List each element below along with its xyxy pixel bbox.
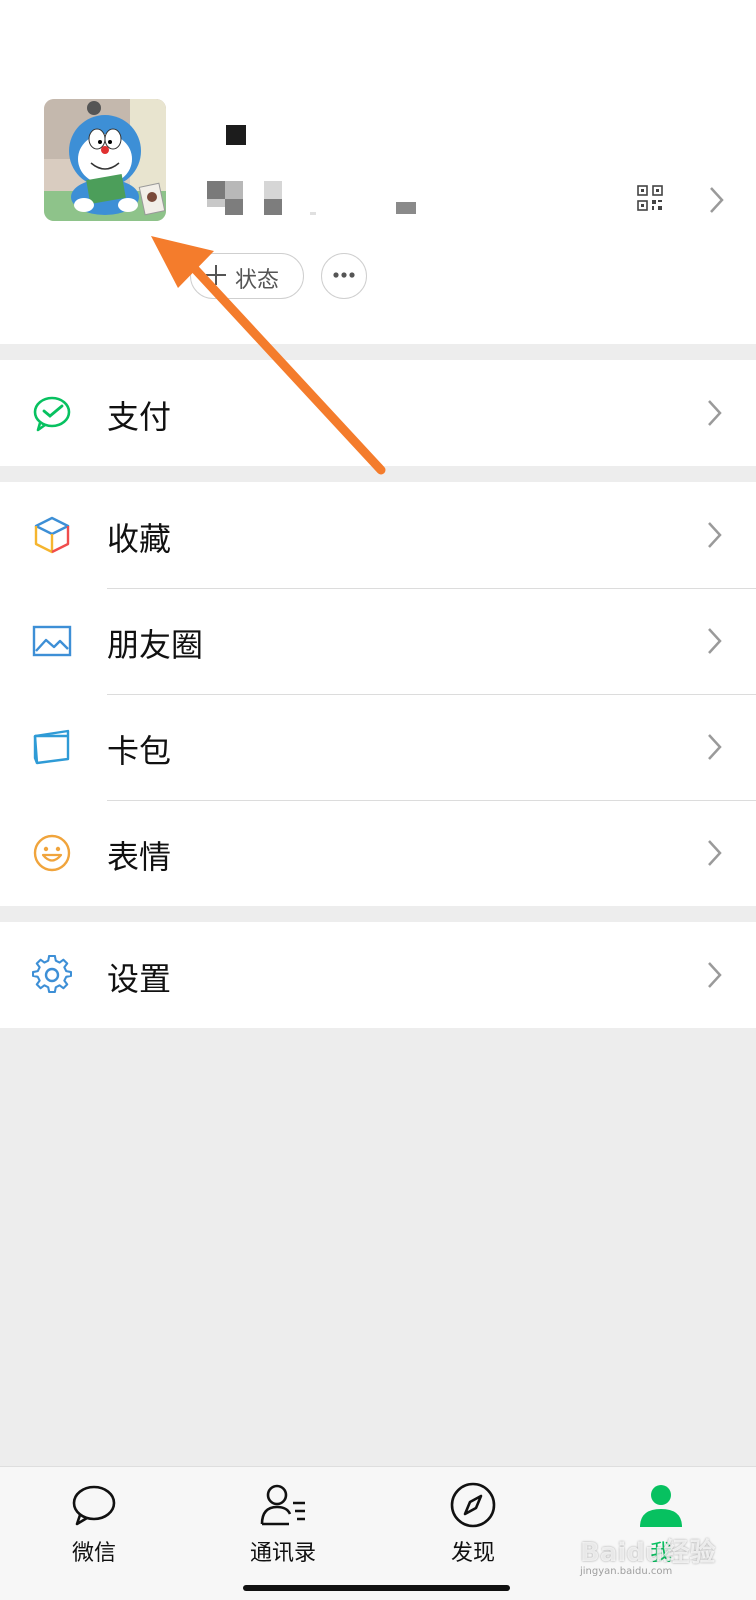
watermark-text: Baidu经验 xyxy=(580,1538,716,1568)
menu-item-favorites[interactable]: 收藏 xyxy=(0,482,756,588)
tab-chats[interactable]: 微信 xyxy=(34,1481,154,1567)
chevron-right-icon xyxy=(708,522,722,548)
chevron-right-icon xyxy=(708,962,722,988)
menu-group-main: 收藏 朋友圈 卡包 表情 xyxy=(0,482,756,906)
card-wallet-icon xyxy=(33,729,70,765)
chevron-right-icon[interactable] xyxy=(708,185,726,215)
menu-item-moments[interactable]: 朋友圈 xyxy=(0,588,756,694)
status-label: 状态 xyxy=(235,268,280,293)
profile-header[interactable]: 状态 xyxy=(0,0,756,344)
chat-bubble-icon xyxy=(72,1485,116,1526)
menu-item-cards-label: 卡包 xyxy=(107,732,172,770)
tab-chats-label: 微信 xyxy=(71,1541,116,1566)
compass-icon xyxy=(450,1482,496,1528)
menu-item-stickers-label: 表情 xyxy=(107,838,172,876)
status-button[interactable]: 状态 xyxy=(190,253,304,299)
avatar-image xyxy=(44,99,166,221)
home-indicator[interactable] xyxy=(243,1585,510,1591)
plus-icon xyxy=(206,265,226,285)
tab-discover-label: 发现 xyxy=(450,1541,495,1566)
chevron-right-icon xyxy=(708,400,722,426)
avatar[interactable] xyxy=(44,99,166,221)
smiley-icon xyxy=(33,834,71,872)
tab-contacts[interactable]: 通讯录 xyxy=(223,1481,343,1567)
menu-item-moments-label: 朋友圈 xyxy=(107,626,204,664)
image-icon xyxy=(32,625,72,657)
menu-group-pay: 支付 xyxy=(0,360,756,466)
chevron-right-icon xyxy=(708,840,722,866)
chevron-right-icon xyxy=(708,628,722,654)
more-dots-icon xyxy=(333,272,355,278)
chevron-right-icon xyxy=(708,734,722,760)
watermark-url: jingyan.baidu.com xyxy=(580,1566,673,1577)
more-button[interactable] xyxy=(321,253,367,299)
menu-item-stickers[interactable]: 表情 xyxy=(0,800,756,906)
menu-item-pay[interactable]: 支付 xyxy=(0,360,756,466)
gear-icon xyxy=(32,955,72,994)
qr-code-icon[interactable] xyxy=(637,185,663,211)
nickname-redacted xyxy=(226,125,246,145)
contacts-icon xyxy=(260,1484,305,1526)
menu-item-favorites-label: 收藏 xyxy=(107,520,172,558)
menu-group-settings: 设置 xyxy=(0,922,756,1028)
menu-item-settings[interactable]: 设置 xyxy=(0,922,756,1028)
cube-icon xyxy=(34,516,70,554)
menu-item-settings-label: 设置 xyxy=(107,960,172,998)
menu-item-cards[interactable]: 卡包 xyxy=(0,694,756,800)
wechat-pay-icon xyxy=(33,396,71,432)
menu-item-pay-label: 支付 xyxy=(107,398,172,436)
tab-discover[interactable]: 发现 xyxy=(413,1481,533,1567)
person-icon xyxy=(640,1485,682,1527)
tab-contacts-label: 通讯录 xyxy=(249,1541,316,1566)
